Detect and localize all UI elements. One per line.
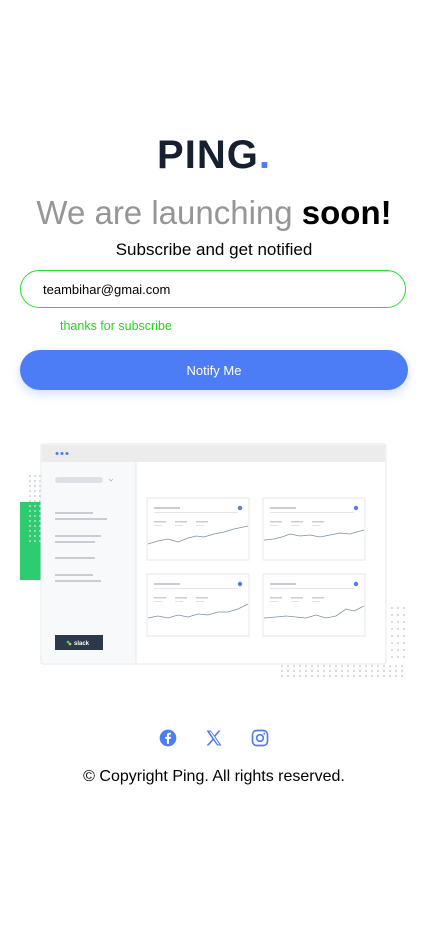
dashboard-sidebar [42,462,136,663]
chart-card-3 [146,573,250,637]
headline-light: We are launching [36,194,293,231]
notify-me-button[interactable]: Notify Me [20,350,408,390]
window-titlebar [42,445,385,462]
dashboard-illustration: slack [20,443,405,677]
social-links [0,728,428,748]
logo-text: PING [157,133,259,177]
chart-card-2 [262,497,366,561]
logo: PING. [0,133,428,177]
subtitle: Subscribe and get notified [115,240,313,259]
email-field[interactable] [20,270,406,308]
headline: We are launching soon! [0,194,428,232]
success-message: thanks for subscribe [60,319,172,333]
slack-label: slack [74,641,90,647]
chart-card-1 [146,497,250,561]
headline-bold: soon! [301,194,392,231]
logo-dot: . [258,133,271,177]
email-input[interactable] [41,280,405,298]
x-twitter-icon[interactable] [204,728,224,748]
instagram-icon[interactable] [250,728,270,748]
copyright-text: © Copyright Ping. All rights reserved. [83,768,345,785]
chart-card-4 [262,573,366,637]
facebook-icon[interactable] [158,728,178,748]
